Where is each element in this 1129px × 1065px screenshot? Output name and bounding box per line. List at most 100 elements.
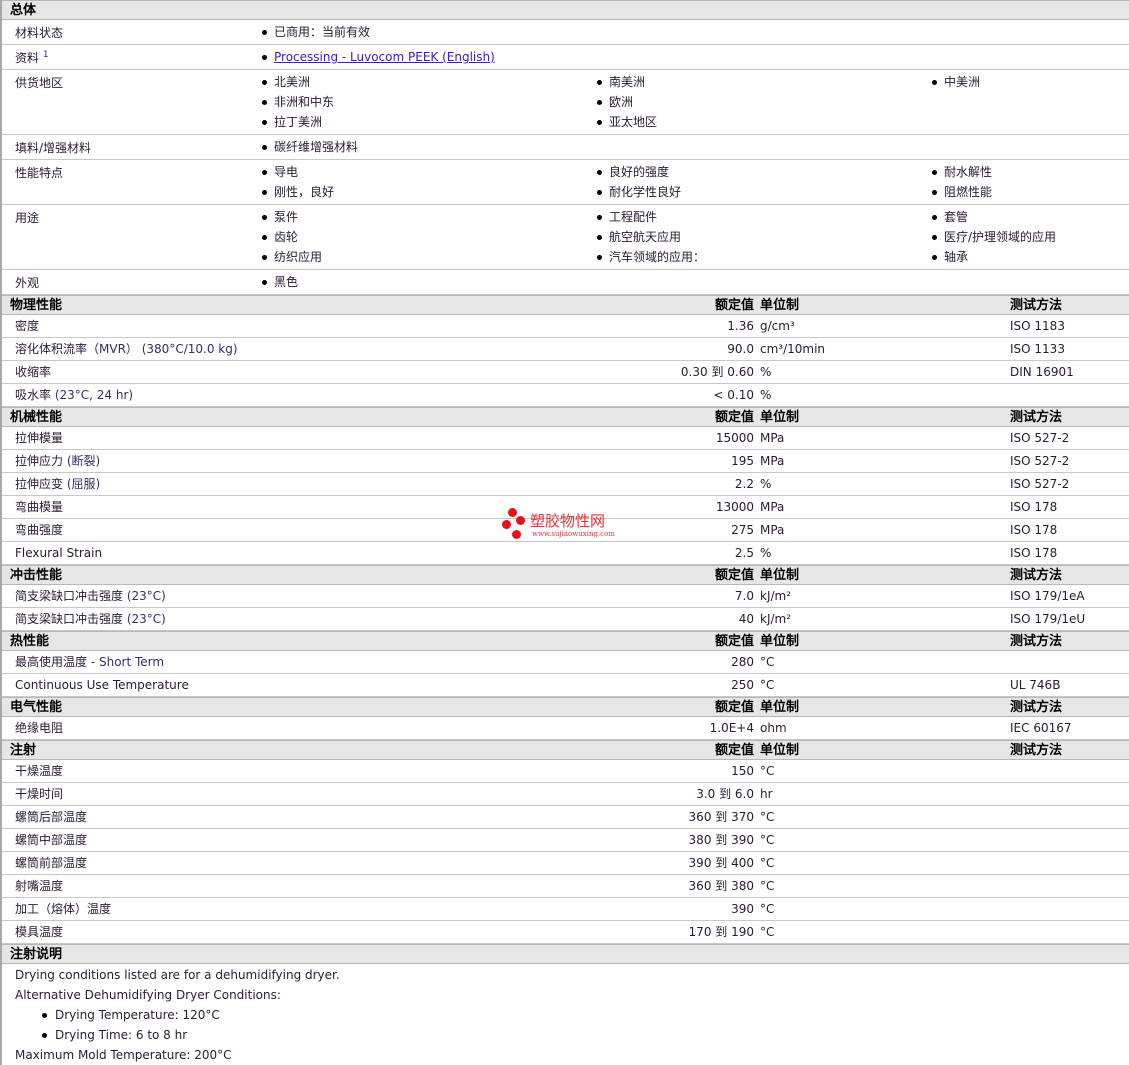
property-name: 模具温度 bbox=[15, 925, 64, 939]
bullet-item: 阻燃性能 bbox=[930, 182, 1129, 202]
bullet-item: 已商用：当前有效 bbox=[260, 22, 595, 42]
bullet-text: 欧洲 bbox=[609, 95, 634, 109]
footnote-marker: 1 bbox=[42, 50, 49, 60]
bullet-item: Processing - Luvocom PEEK (English) bbox=[260, 47, 595, 67]
unit-column-header: 单位制 bbox=[760, 410, 800, 425]
property-label: 简支梁缺口冲击强度 (23°C) bbox=[15, 585, 166, 608]
property-row: 溶化体积流率（MVR） (380°C/10.0 kg) 90.0 cm³/10min… bbox=[2, 338, 1129, 361]
method-column-header: 测试方法 bbox=[1010, 634, 1063, 649]
test-method: ISO 527-2 bbox=[1010, 431, 1070, 445]
property-value: 2.5 bbox=[734, 546, 754, 560]
property-unit: °C bbox=[760, 655, 775, 669]
property-row: 密度 1.36 g/cm³ ISO 1183 bbox=[2, 315, 1129, 338]
property-unit: kJ/m² bbox=[760, 589, 792, 603]
property-row: 螺筒前部温度 390 到 400 °C bbox=[2, 852, 1129, 875]
property-label: 密度 bbox=[15, 315, 39, 338]
notes-bullet-item: Drying Time: 6 to 8 hr bbox=[15, 1025, 1129, 1045]
property-unit: MPa bbox=[760, 500, 785, 514]
property-name: 加工（熔体）温度 bbox=[15, 902, 112, 916]
property-name: 收缩率 bbox=[15, 365, 52, 379]
property-name: 螺筒中部温度 bbox=[15, 833, 88, 847]
property-row: 简支梁缺口冲击强度 (23°C) 7.0 kJ/m² ISO 179/1eA bbox=[2, 585, 1129, 608]
property-label: 射嘴温度 bbox=[15, 875, 63, 898]
section-title: 热性能 bbox=[10, 634, 50, 649]
general-label: 用途 bbox=[15, 209, 39, 226]
property-name: 吸水率 bbox=[15, 388, 52, 402]
watermark-logo: 塑胶物性网 www.sujiaowuxing.com bbox=[502, 508, 632, 544]
general-label-text: 性能特点 bbox=[15, 166, 64, 180]
bullet-item: 航空航天应用 bbox=[595, 227, 930, 247]
section-header: 电气性能 额定值 单位制 测试方法 bbox=[2, 697, 1129, 717]
property-value: 90.0 bbox=[727, 342, 754, 356]
section-header: 机械性能 额定值 单位制 测试方法 bbox=[2, 407, 1129, 427]
notes-body: Drying conditions listed are for a dehum… bbox=[2, 964, 1129, 1065]
bullet-text: 中美洲 bbox=[944, 75, 981, 89]
test-method: ISO 178 bbox=[1010, 523, 1058, 537]
general-row: 材料状态 已商用：当前有效 bbox=[2, 20, 1129, 45]
property-row: 加工（熔体）温度 390 °C bbox=[2, 898, 1129, 921]
property-value: 1.0E+4 bbox=[709, 721, 754, 735]
value-column-header: 额定值 bbox=[714, 634, 754, 649]
test-method: ISO 178 bbox=[1010, 546, 1058, 560]
value-column-header: 额定值 bbox=[714, 700, 754, 715]
property-condition: (23°C, 24 hr) bbox=[51, 388, 134, 402]
property-value: 390 到 400 bbox=[688, 856, 754, 870]
notes-line: Maximum Mold Temperature: 200°C bbox=[15, 1048, 232, 1062]
bullet-item: 纺织应用 bbox=[260, 247, 595, 267]
bullet-item: 良好的强度 bbox=[595, 162, 930, 182]
property-value: 170 到 190 bbox=[688, 925, 754, 939]
property-name: 弯曲模量 bbox=[15, 500, 64, 514]
property-value: 13000 bbox=[715, 500, 754, 514]
property-row: 拉伸应变 (屈服) 2.2% ISO 527-2 bbox=[2, 473, 1129, 496]
property-unit: g/cm³ bbox=[760, 319, 795, 333]
bullet-text: 航空航天应用 bbox=[609, 230, 682, 244]
property-name: Continuous Use Temperature bbox=[15, 678, 189, 692]
property-name: 绝缘电阻 bbox=[15, 721, 64, 735]
property-unit: °C bbox=[760, 833, 775, 847]
bullet-item: 亚太地区 bbox=[595, 112, 930, 132]
bullet-item: 泵件 bbox=[260, 207, 595, 227]
property-label: Continuous Use Temperature bbox=[15, 674, 189, 697]
property-label: 溶化体积流率（MVR） (380°C/10.0 kg) bbox=[15, 338, 238, 361]
property-unit: MPa bbox=[760, 454, 785, 468]
bullet-item: 导电 bbox=[260, 162, 595, 182]
general-row: 外观 黑色 bbox=[2, 270, 1129, 295]
empty-cell bbox=[930, 92, 1129, 112]
test-method: ISO 527-2 bbox=[1010, 477, 1070, 491]
property-unit: % bbox=[760, 388, 772, 402]
property-name: 拉伸模量 bbox=[15, 431, 64, 445]
notes-line: Drying conditions listed are for a dehum… bbox=[15, 968, 340, 982]
property-value: 40 bbox=[738, 612, 754, 626]
property-unit: °C bbox=[760, 856, 775, 870]
general-values: 已商用：当前有效 bbox=[260, 22, 1129, 42]
unit-column-header: 单位制 bbox=[760, 743, 800, 758]
property-condition: (屈服) bbox=[63, 477, 101, 491]
property-row: 收缩率 0.30 到 0.60% DIN 16901 bbox=[2, 361, 1129, 384]
processing-doc-link[interactable]: Processing - Luvocom PEEK (English) bbox=[274, 50, 495, 64]
property-name: 螺筒前部温度 bbox=[15, 856, 88, 870]
bullet-text: 阻燃性能 bbox=[944, 185, 993, 199]
section-title: 机械性能 bbox=[10, 410, 63, 425]
property-label: 模具温度 bbox=[15, 921, 63, 944]
property-unit: °C bbox=[760, 925, 775, 939]
bullet-item: 中美洲 bbox=[930, 72, 1129, 92]
property-row: Flexural Strain 2.5% ISO 178 bbox=[2, 542, 1129, 565]
property-row: 模具温度 170 到 190 °C bbox=[2, 921, 1129, 944]
unit-column-header: 单位制 bbox=[760, 298, 800, 313]
property-label: 弯曲强度 bbox=[15, 519, 63, 542]
property-name: 简支梁缺口冲击强度 bbox=[15, 612, 124, 626]
section-title: 冲击性能 bbox=[10, 568, 63, 583]
property-value: 280 bbox=[731, 655, 754, 669]
bullet-item: 黑色 bbox=[260, 272, 595, 292]
bullet-text: 医疗/护理领域的应用 bbox=[944, 230, 1057, 244]
empty-cell bbox=[930, 112, 1129, 132]
bullet-text: 已商用：当前有效 bbox=[274, 25, 371, 39]
property-label: 简支梁缺口冲击强度 (23°C) bbox=[15, 608, 166, 631]
bullet-text: 刚性，良好 bbox=[274, 185, 335, 199]
property-unit: ohm bbox=[760, 721, 787, 735]
property-unit: MPa bbox=[760, 431, 785, 445]
property-unit: cm³/10min bbox=[760, 342, 826, 356]
property-value: 3.0 到 6.0 bbox=[696, 787, 754, 801]
general-label-text: 外观 bbox=[15, 276, 40, 290]
property-name: 干燥时间 bbox=[15, 787, 64, 801]
